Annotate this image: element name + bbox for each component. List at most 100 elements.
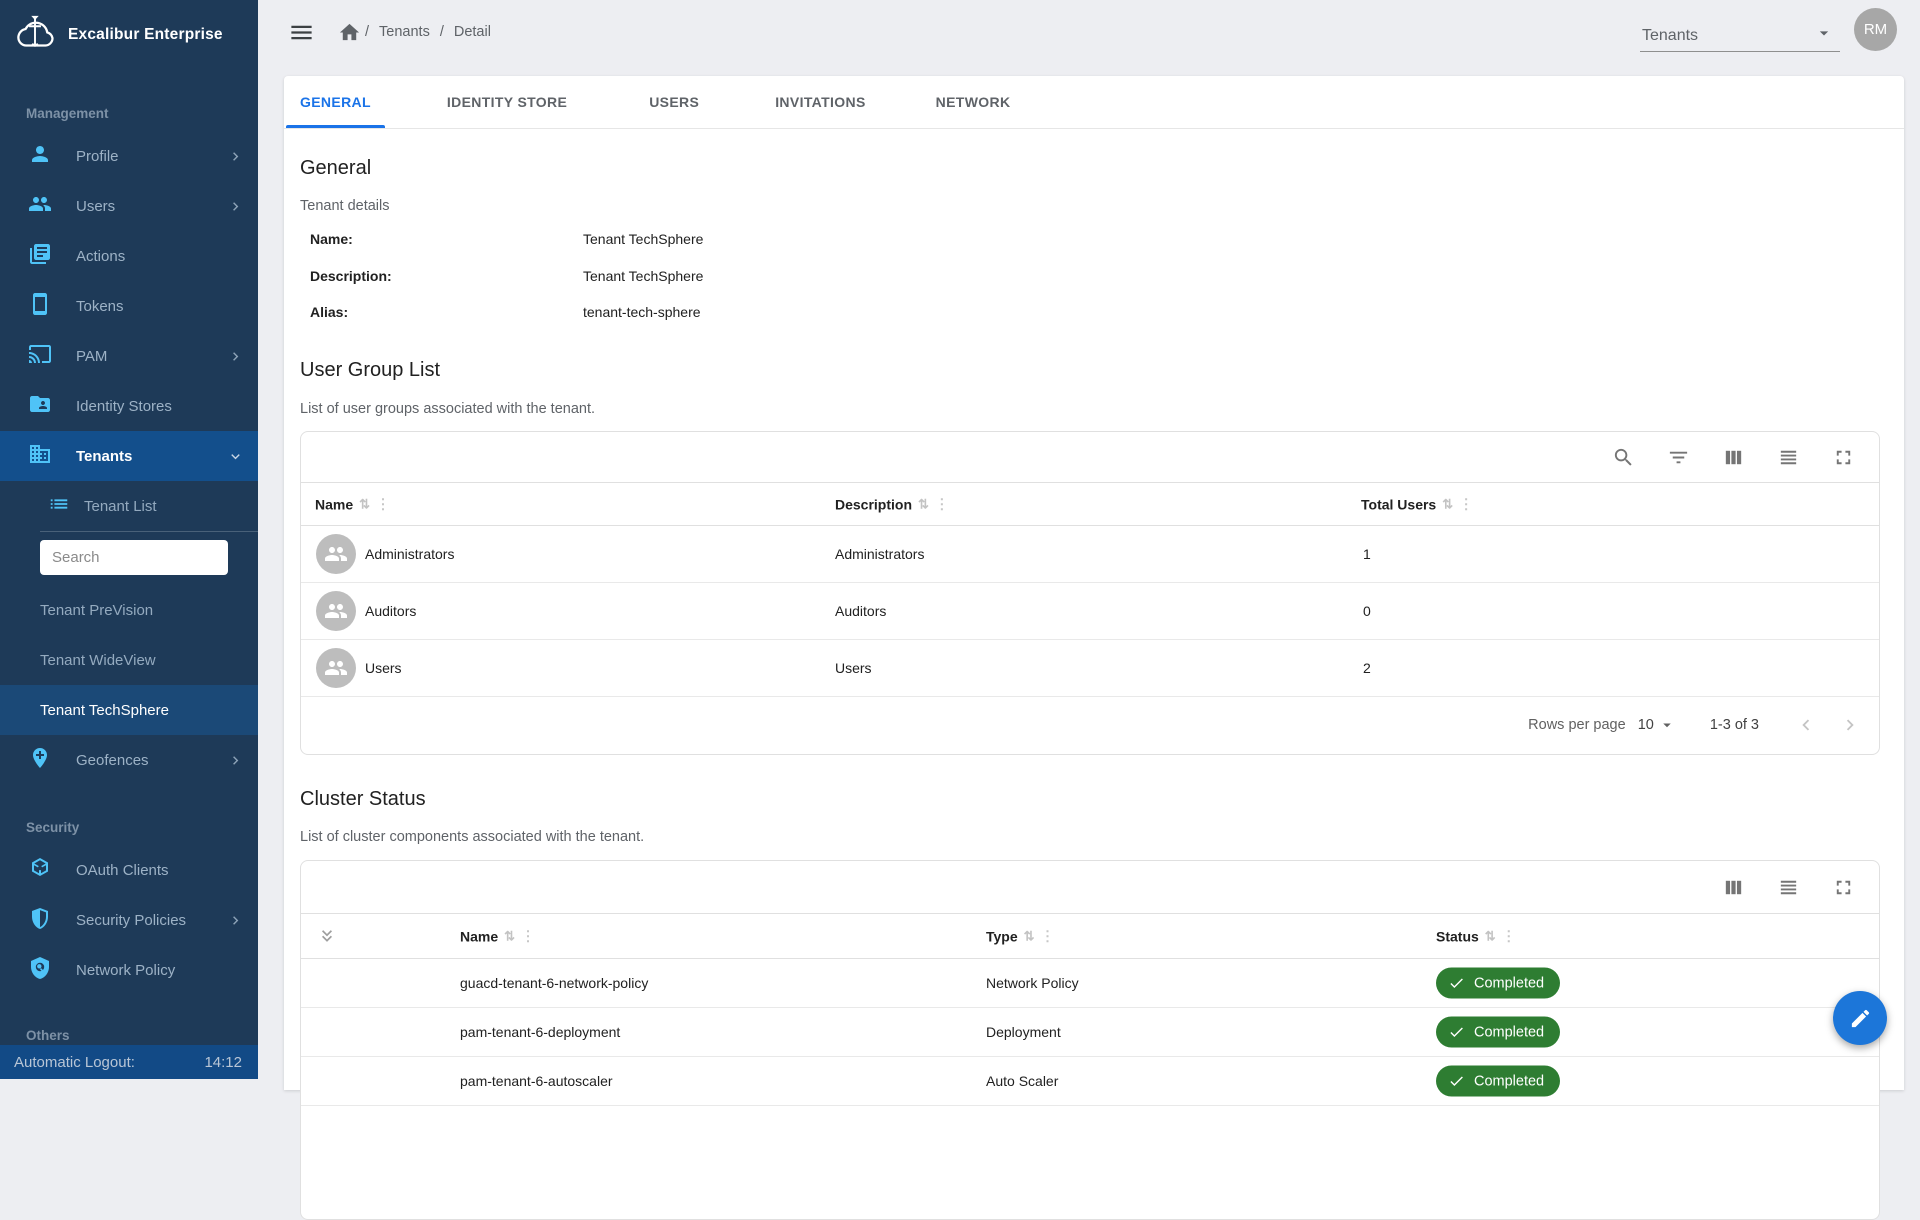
fullscreen-icon[interactable] [1832,446,1855,469]
sidebar-item-identity-stores[interactable]: Identity Stores [0,381,258,431]
rows-per-page-value[interactable]: 10 [1638,717,1654,733]
sidebar-item-actions[interactable]: Actions [0,231,258,281]
sidebar-item-profile[interactable]: Profile [0,131,258,181]
column-menu-icon[interactable]: ⋮ [521,928,535,945]
sidebar-item-tenant-previsiom[interactable]: Tenant PreVision [0,585,258,635]
sidebar-item-security-policies[interactable]: Security Policies [0,895,258,945]
status-badge: Completed [1436,1066,1560,1097]
avatar-initials: RM [1864,21,1887,38]
table-row[interactable]: Auditors Auditors 0 [301,583,1879,640]
chevron-right-icon [227,912,244,929]
group-name: Users [365,660,402,676]
table-row[interactable]: Users Users 2 [301,640,1879,697]
column-header-name[interactable]: Name ⇅ ⋮ [460,928,535,945]
column-menu-icon[interactable]: ⋮ [376,496,390,513]
sidebar-item-tenant-list[interactable]: Tenant List [0,481,258,531]
column-header-total-users[interactable]: Total Users ⇅ ⋮ [1361,496,1473,513]
columns-icon[interactable] [1722,876,1745,899]
group-icon [28,192,52,220]
group-total-users: 1 [1363,546,1371,562]
columns-icon[interactable] [1722,446,1745,469]
section-others-label: Others [26,1028,70,1043]
sort-icon[interactable]: ⇅ [1024,928,1035,944]
sidebar-item-oauth-clients[interactable]: OAuth Clients [0,845,258,895]
context-select[interactable]: Tenants [1640,20,1840,52]
tenant-option-label: Tenant TechSphere [40,702,169,719]
brand-row: Excalibur Enterprise [14,14,223,56]
group-avatar [316,591,356,631]
field-name-label: Name: [310,231,353,247]
home-icon[interactable] [338,21,361,44]
sort-icon[interactable]: ⇅ [1485,928,1496,944]
group-avatar [316,534,356,574]
density-icon[interactable] [1777,446,1800,469]
sidebar-item-users[interactable]: Users [0,181,258,231]
filter-icon[interactable] [1667,446,1690,469]
tenant-search-input[interactable] [40,540,228,575]
edit-fab-button[interactable] [1833,991,1887,1045]
group-description: Users [835,660,872,676]
folder-person-icon [28,392,52,420]
sidebar-item-tenants[interactable]: Tenants [0,431,258,481]
rows-per-page-dropdown-icon[interactable] [1658,716,1676,734]
tab-network[interactable]: NETWORK [922,76,1025,128]
sidebar: Excalibur Enterprise Management Profile … [0,0,258,1079]
user-avatar[interactable]: RM [1854,8,1897,51]
tenant-option-label: Tenant PreVision [40,602,153,619]
previous-page-icon[interactable] [1795,714,1817,736]
table-row[interactable]: guacd-tenant-6-network-policy Network Po… [301,959,1879,1008]
sidebar-item-pam[interactable]: PAM [0,331,258,381]
table-row[interactable]: pam-tenant-6-autoscaler Auto Scaler Comp… [301,1057,1879,1106]
tab-identity-store[interactable]: IDENTITY STORE [433,76,581,128]
sidebar-item-geofences[interactable]: Geofences [0,735,258,785]
field-alias-label: Alias: [310,304,348,320]
sidebar-item-tokens[interactable]: Tokens [0,281,258,331]
context-select-value: Tenants [1642,27,1698,45]
person-icon [28,142,52,170]
pencil-icon [1849,1007,1872,1030]
sidebar-item-label: OAuth Clients [76,862,169,879]
breadcrumb-tenants[interactable]: Tenants [379,24,430,40]
expand-all-icon[interactable] [317,926,337,946]
column-menu-icon[interactable]: ⋮ [1502,928,1516,945]
tenant-option-label: Tenant WideView [40,652,156,669]
next-page-icon[interactable] [1839,714,1861,736]
search-icon[interactable] [1612,446,1635,469]
table-row[interactable]: pam-tenant-6-deployment Deployment Compl… [301,1008,1879,1057]
tab-users[interactable]: USERS [635,76,713,128]
tab-general[interactable]: GENERAL [286,76,385,128]
sort-icon[interactable]: ⇅ [359,496,370,512]
cluster-table-toolbar [301,861,1879,913]
sort-icon[interactable]: ⇅ [918,496,929,512]
sidebar-item-network-policy[interactable]: Network Policy [0,945,258,995]
column-header-description[interactable]: Description ⇅ ⋮ [835,496,949,513]
column-menu-icon[interactable]: ⋮ [935,496,949,513]
tab-invitations[interactable]: INVITATIONS [761,76,879,128]
sidebar-item-tenant-wideview[interactable]: Tenant WideView [0,635,258,685]
status-badge: Completed [1436,1017,1560,1048]
building-icon [28,442,52,470]
hamburger-menu-icon[interactable] [288,19,315,46]
density-icon[interactable] [1777,876,1800,899]
column-header-name[interactable]: Name ⇅ ⋮ [315,496,390,513]
sort-icon[interactable]: ⇅ [1442,496,1453,512]
sidebar-item-tenant-techsphere[interactable]: Tenant TechSphere [0,685,258,735]
cube-icon [28,856,52,884]
column-menu-icon[interactable]: ⋮ [1459,496,1473,513]
sort-icon[interactable]: ⇅ [504,928,515,944]
field-name-value: Tenant TechSphere [583,231,703,247]
user-group-table: Name ⇅ ⋮ Description ⇅ ⋮ Total Users ⇅ ⋮… [300,431,1880,755]
fullscreen-icon[interactable] [1832,876,1855,899]
group-name: Auditors [365,603,416,619]
column-header-status[interactable]: Status ⇅ ⋮ [1436,928,1516,945]
column-header-type[interactable]: Type ⇅ ⋮ [986,928,1055,945]
component-type: Auto Scaler [986,1073,1058,1089]
rows-per-page-label: Rows per page [1528,717,1626,733]
user-group-list-subtitle: List of user groups associated with the … [300,401,595,417]
column-menu-icon[interactable]: ⋮ [1041,928,1055,945]
table-row[interactable]: Administrators Administrators 1 [301,526,1879,583]
sidebar-item-label: Network Policy [76,962,175,979]
check-icon [1448,975,1465,992]
column-label: Description [835,496,912,512]
group-description: Auditors [835,603,886,619]
